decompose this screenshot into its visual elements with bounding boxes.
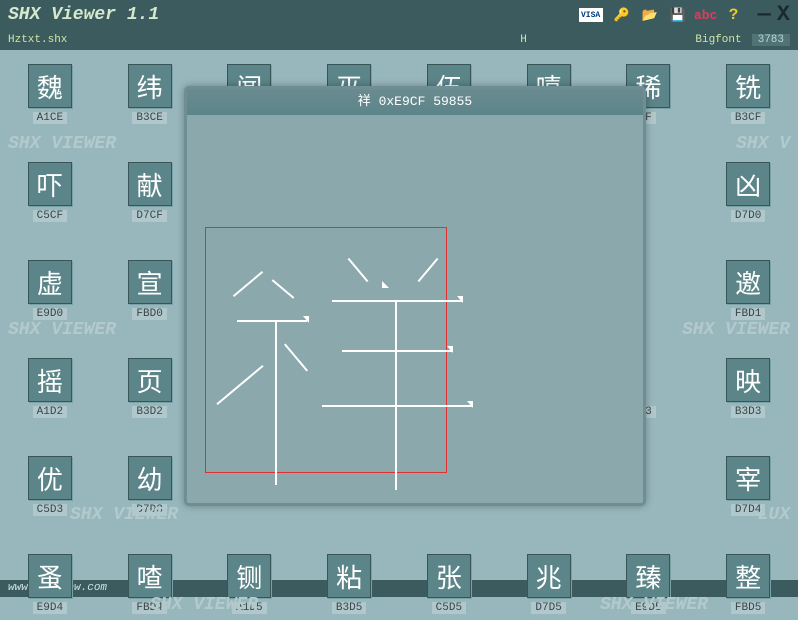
glyph-code: FBD4 <box>132 602 166 614</box>
center-label: H <box>352 34 696 46</box>
glyph-button[interactable]: 映 <box>726 358 770 402</box>
glyph-button[interactable]: 宣 <box>128 260 172 304</box>
glyph-button[interactable]: 臻 <box>626 554 670 598</box>
glyph-code: E9D5 <box>631 602 665 614</box>
title-bar: SHX Viewer 1.1 VISA 🔑 📂 💾 abc ? — X <box>0 0 798 30</box>
glyph-code: FBD1 <box>731 308 765 320</box>
glyph-code: A1D2 <box>33 406 67 418</box>
info-bar: Hztxt.shx H Bigfont 3783 <box>0 30 798 50</box>
glyph-button[interactable]: 页 <box>128 358 172 402</box>
glyph-button[interactable]: 魏 <box>28 64 72 108</box>
glyph-cell: 宰 D7D4 <box>711 456 785 516</box>
glyph-button[interactable]: 铡 <box>227 554 271 598</box>
glyph-button[interactable]: 优 <box>28 456 72 500</box>
glyph-code: A1CE <box>33 112 67 124</box>
glyph-code: C5D3 <box>33 504 67 516</box>
toolbar: VISA 🔑 📂 💾 abc ? <box>579 6 743 24</box>
glyph-cell: 献 D7CF <box>113 162 187 222</box>
glyph-code: D7D0 <box>731 210 765 222</box>
glyph-button[interactable]: 铣 <box>726 64 770 108</box>
glyph-code: C5CF <box>33 210 67 222</box>
glyph-cell: 邀 FBD1 <box>711 260 785 320</box>
glyph-cell: 凶 D7D0 <box>711 162 785 222</box>
visa-icon[interactable]: VISA <box>579 8 603 22</box>
glyph-button[interactable]: 粘 <box>327 554 371 598</box>
glyph-button[interactable]: 幼 <box>128 456 172 500</box>
glyph-cell: 摇 A1D2 <box>13 358 87 418</box>
glyph-cell: 纬 B3CE <box>113 64 187 124</box>
key-icon[interactable]: 🔑 <box>613 6 631 24</box>
glyph-cell: 魏 A1CE <box>13 64 87 124</box>
font-type-label: Bigfont <box>695 34 741 46</box>
glyph-button[interactable]: 蚤 <box>28 554 72 598</box>
abc-icon[interactable]: abc <box>697 6 715 24</box>
app-title: SHX Viewer 1.1 <box>8 5 579 25</box>
glyph-cell: 臻 E9D5 <box>611 554 685 614</box>
glyph-cell: 铡 A1D5 <box>212 554 286 614</box>
glyph-code: D7CF <box>132 210 166 222</box>
glyph-button[interactable]: 张 <box>427 554 471 598</box>
open-icon[interactable]: 📂 <box>641 6 659 24</box>
glyph-code: B3D3 <box>731 406 765 418</box>
glyph-cell: 粘 B3D5 <box>312 554 386 614</box>
glyph-button[interactable]: 喳 <box>128 554 172 598</box>
glyph-code: C5D5 <box>432 602 466 614</box>
glyph-code: FBD5 <box>731 602 765 614</box>
glyph-cell: 铣 B3CF <box>711 64 785 124</box>
glyph-cell: 吓 C5CF <box>13 162 87 222</box>
glyph-code: D7D4 <box>731 504 765 516</box>
help-icon[interactable]: ? <box>725 6 743 24</box>
glyph-cell: 虚 E9D0 <box>13 260 87 320</box>
glyph-button[interactable]: 兆 <box>527 554 571 598</box>
glyph-button[interactable]: 邀 <box>726 260 770 304</box>
glyph-code: A1D5 <box>232 602 266 614</box>
count-label: 3783 <box>752 34 790 46</box>
glyph-button[interactable]: 整 <box>726 554 770 598</box>
glyph-button[interactable]: 献 <box>128 162 172 206</box>
glyph-cell: 幼 D7D3 <box>113 456 187 516</box>
glyph-cell: 优 C5D3 <box>13 456 87 516</box>
glyph-code: B3CE <box>132 112 166 124</box>
dialog-canvas <box>187 115 643 505</box>
dialog-title: 祥 0xE9CF 59855 <box>187 89 643 115</box>
glyph-cell: 张 C5D5 <box>412 554 486 614</box>
glyph-code: E9D0 <box>33 308 67 320</box>
glyph-button[interactable]: 纬 <box>128 64 172 108</box>
close-button[interactable]: X <box>777 4 790 26</box>
glyph-code: B3D2 <box>132 406 166 418</box>
glyph-code: B3D5 <box>332 602 366 614</box>
filename-label: Hztxt.shx <box>8 34 352 46</box>
glyph-button[interactable]: 吓 <box>28 162 72 206</box>
glyph-code: B3CF <box>731 112 765 124</box>
glyph-button[interactable]: 虚 <box>28 260 72 304</box>
glyph-cell: 整 FBD5 <box>711 554 785 614</box>
glyph-cell: 喳 FBD4 <box>113 554 187 614</box>
glyph-cell: 蚤 E9D4 <box>13 554 87 614</box>
glyph-cell: 兆 D7D5 <box>512 554 586 614</box>
glyph-code: FBD0 <box>132 308 166 320</box>
save-icon[interactable]: 💾 <box>669 6 687 24</box>
glyph-button[interactable]: 宰 <box>726 456 770 500</box>
glyph-button[interactable]: 凶 <box>726 162 770 206</box>
glyph-code: D7D3 <box>132 504 166 516</box>
glyph-code: D7D5 <box>531 602 565 614</box>
glyph-cell: 页 B3D2 <box>113 358 187 418</box>
glyph-button[interactable]: 摇 <box>28 358 72 402</box>
preview-dialog[interactable]: 祥 0xE9CF 59855 <box>184 86 646 506</box>
glyph-cell: 映 B3D3 <box>711 358 785 418</box>
glyph-cell: 宣 FBD0 <box>113 260 187 320</box>
window-controls: — X <box>758 4 790 26</box>
minimize-button[interactable]: — <box>758 4 771 26</box>
glyph-code: E9D4 <box>33 602 67 614</box>
